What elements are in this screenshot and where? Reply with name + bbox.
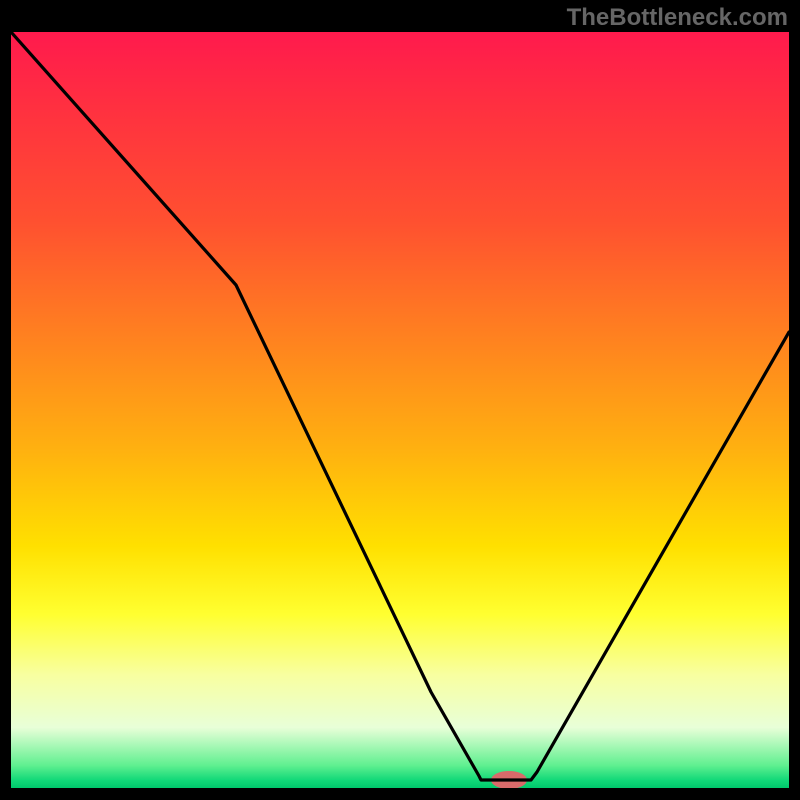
chart-frame: TheBottleneck.com [0,0,800,800]
bottleneck-curve [11,32,789,780]
plot-svg [11,32,789,788]
watermark-text: TheBottleneck.com [567,4,788,32]
plot-area [11,32,789,788]
